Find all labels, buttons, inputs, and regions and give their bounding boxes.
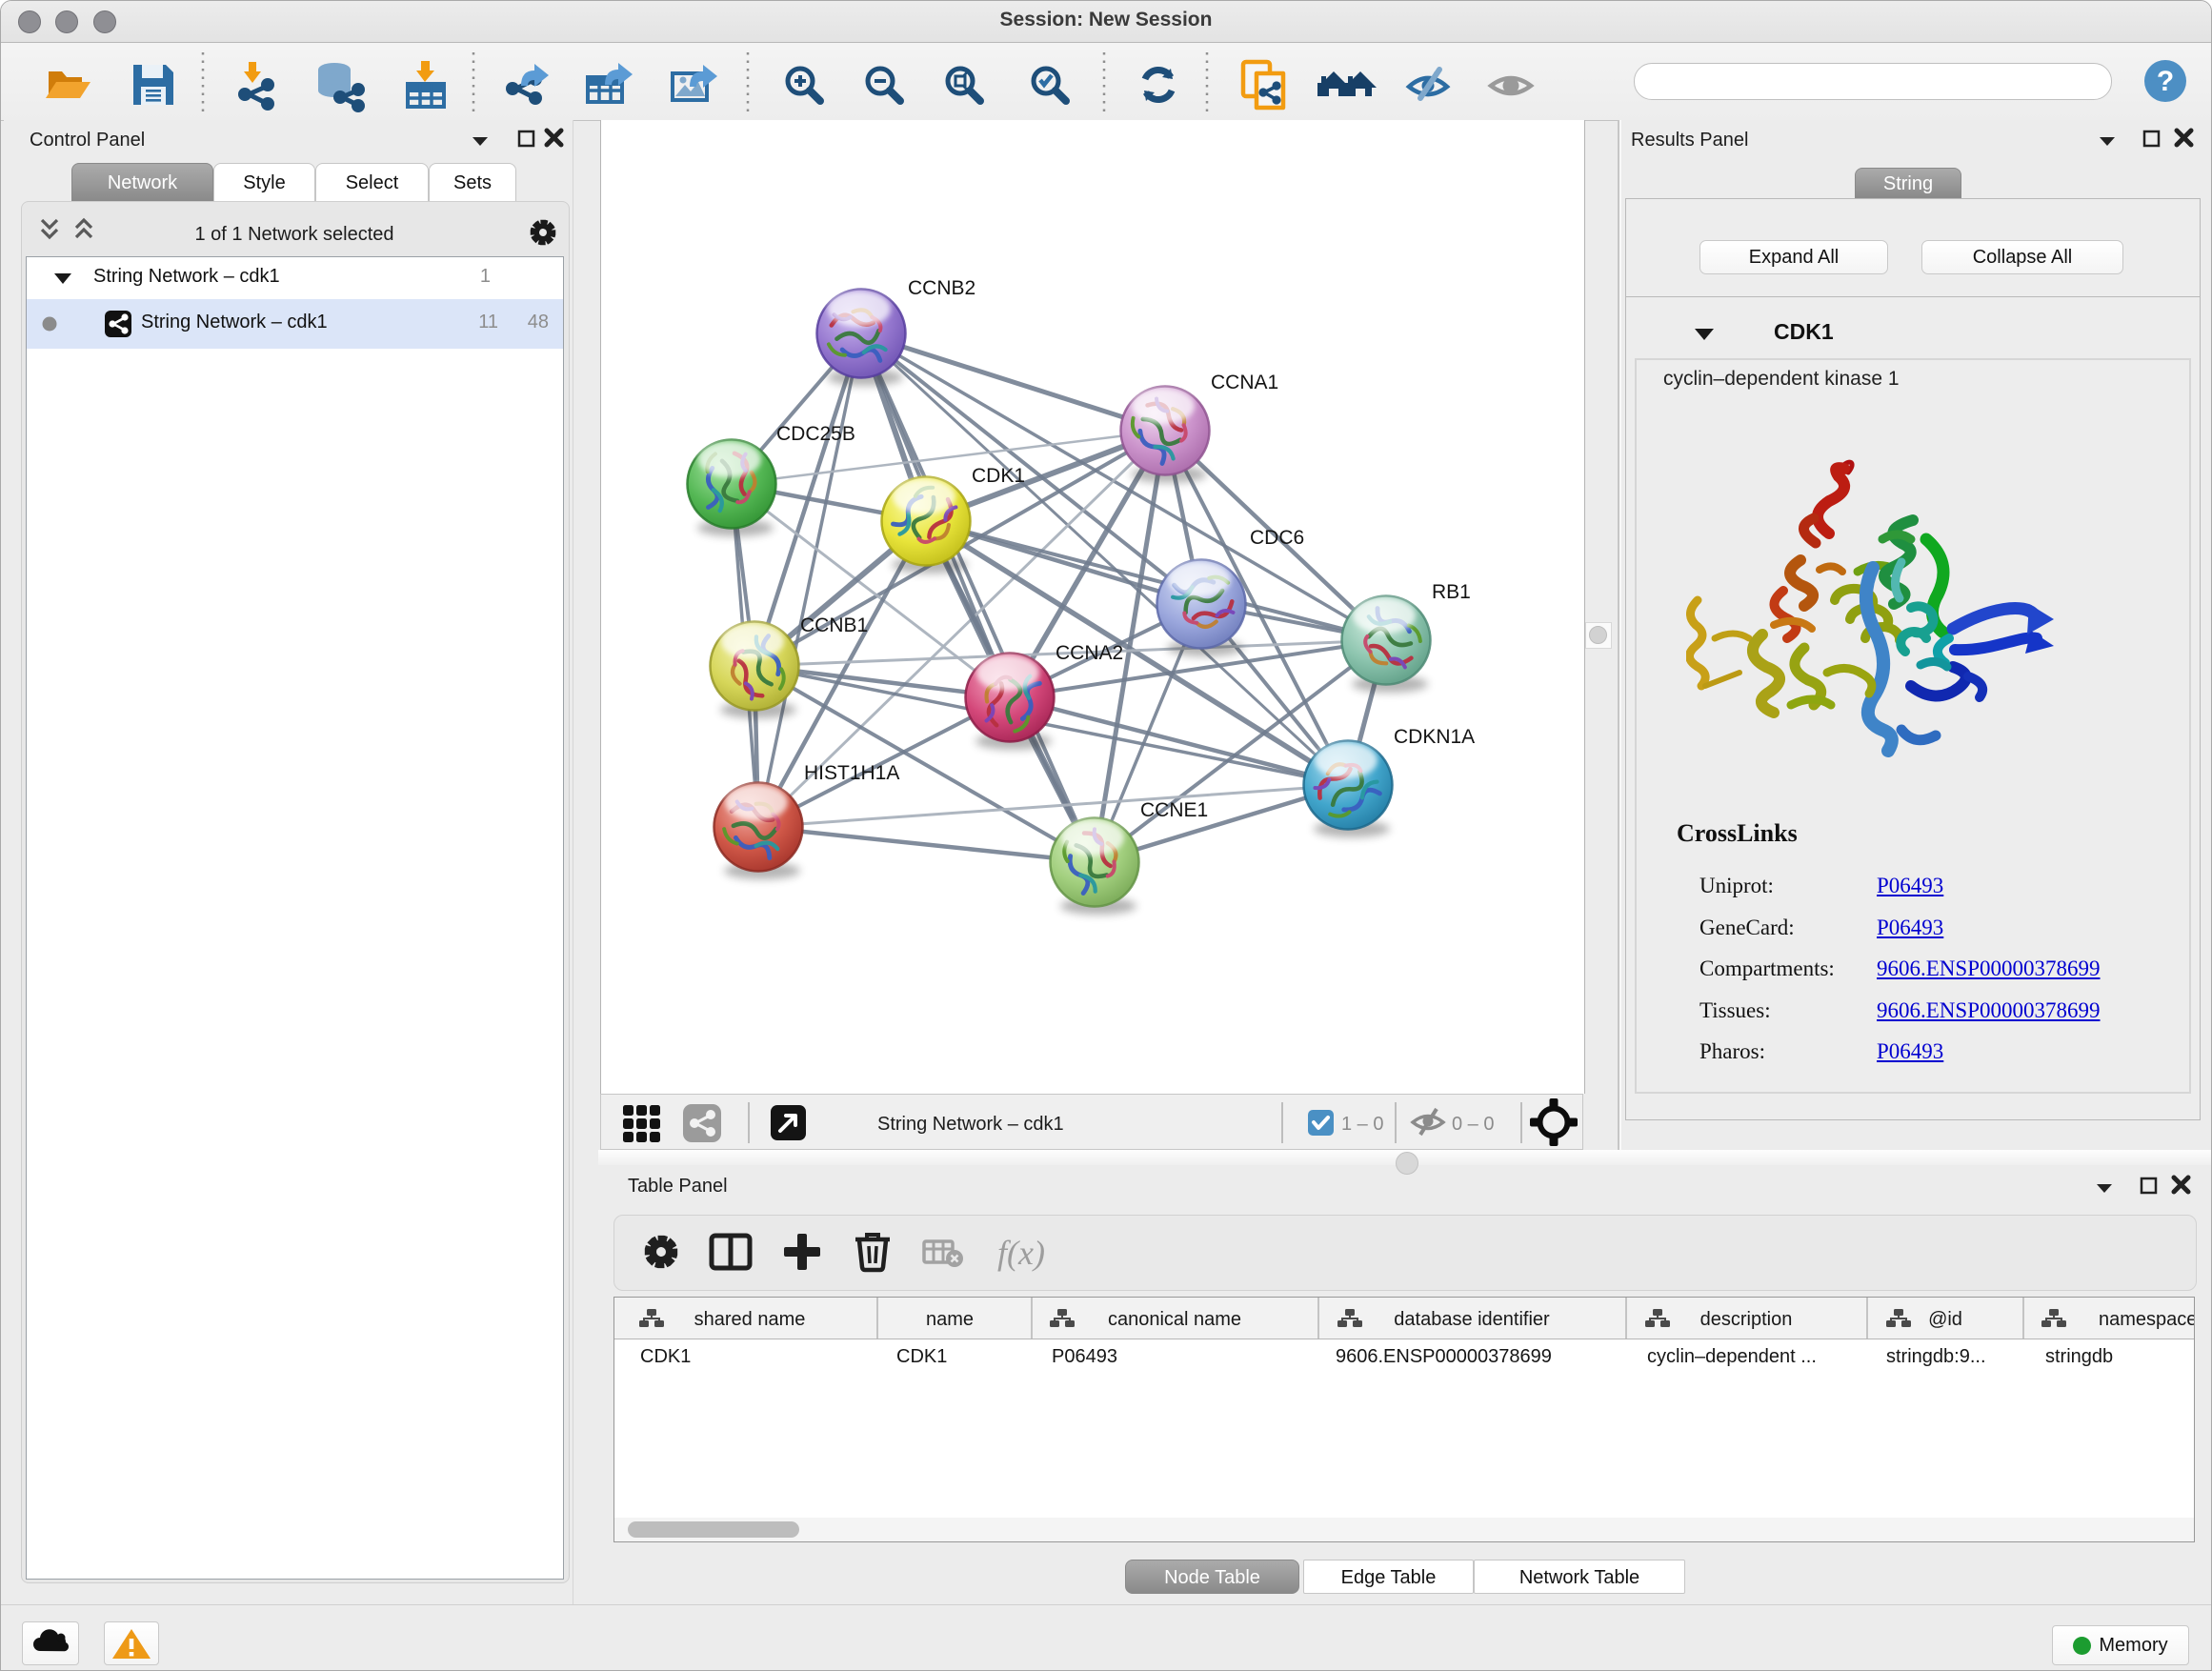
svg-text:CCNB1: CCNB1 bbox=[800, 614, 868, 636]
svg-text:f(x): f(x) bbox=[997, 1234, 1045, 1272]
svg-text:1 of 1 Network selected: 1 of 1 Network selected bbox=[195, 224, 394, 245]
svg-text:RB1: RB1 bbox=[1432, 581, 1471, 603]
svg-text:CDK1: CDK1 bbox=[972, 465, 1025, 487]
svg-text:@id: @id bbox=[1928, 1309, 1962, 1330]
svg-text:description: description bbox=[1700, 1309, 1793, 1330]
svg-text:namespace: namespace bbox=[2099, 1309, 2194, 1330]
svg-text:String Network – cdk1: String Network – cdk1 bbox=[877, 1114, 1064, 1135]
svg-text:CCNE1: CCNE1 bbox=[1140, 799, 1208, 821]
svg-text:0 – 0: 0 – 0 bbox=[1452, 1114, 1494, 1135]
svg-text:CDC6: CDC6 bbox=[1250, 527, 1304, 549]
svg-text:name: name bbox=[926, 1309, 974, 1330]
svg-text:1 – 0: 1 – 0 bbox=[1341, 1114, 1383, 1135]
svg-text:?: ? bbox=[2157, 66, 2174, 97]
svg-text:CDKN1A: CDKN1A bbox=[1394, 726, 1475, 748]
svg-text:HIST1H1A: HIST1H1A bbox=[804, 762, 899, 784]
svg-text:CCNA1: CCNA1 bbox=[1211, 372, 1278, 393]
svg-text:database identifier: database identifier bbox=[1394, 1309, 1550, 1330]
svg-text:CDC25B: CDC25B bbox=[776, 423, 855, 445]
svg-text:canonical name: canonical name bbox=[1108, 1309, 1241, 1330]
svg-text:shared name: shared name bbox=[694, 1309, 806, 1330]
svg-text:CCNA2: CCNA2 bbox=[1056, 642, 1123, 664]
svg-text:CCNB2: CCNB2 bbox=[908, 277, 975, 299]
